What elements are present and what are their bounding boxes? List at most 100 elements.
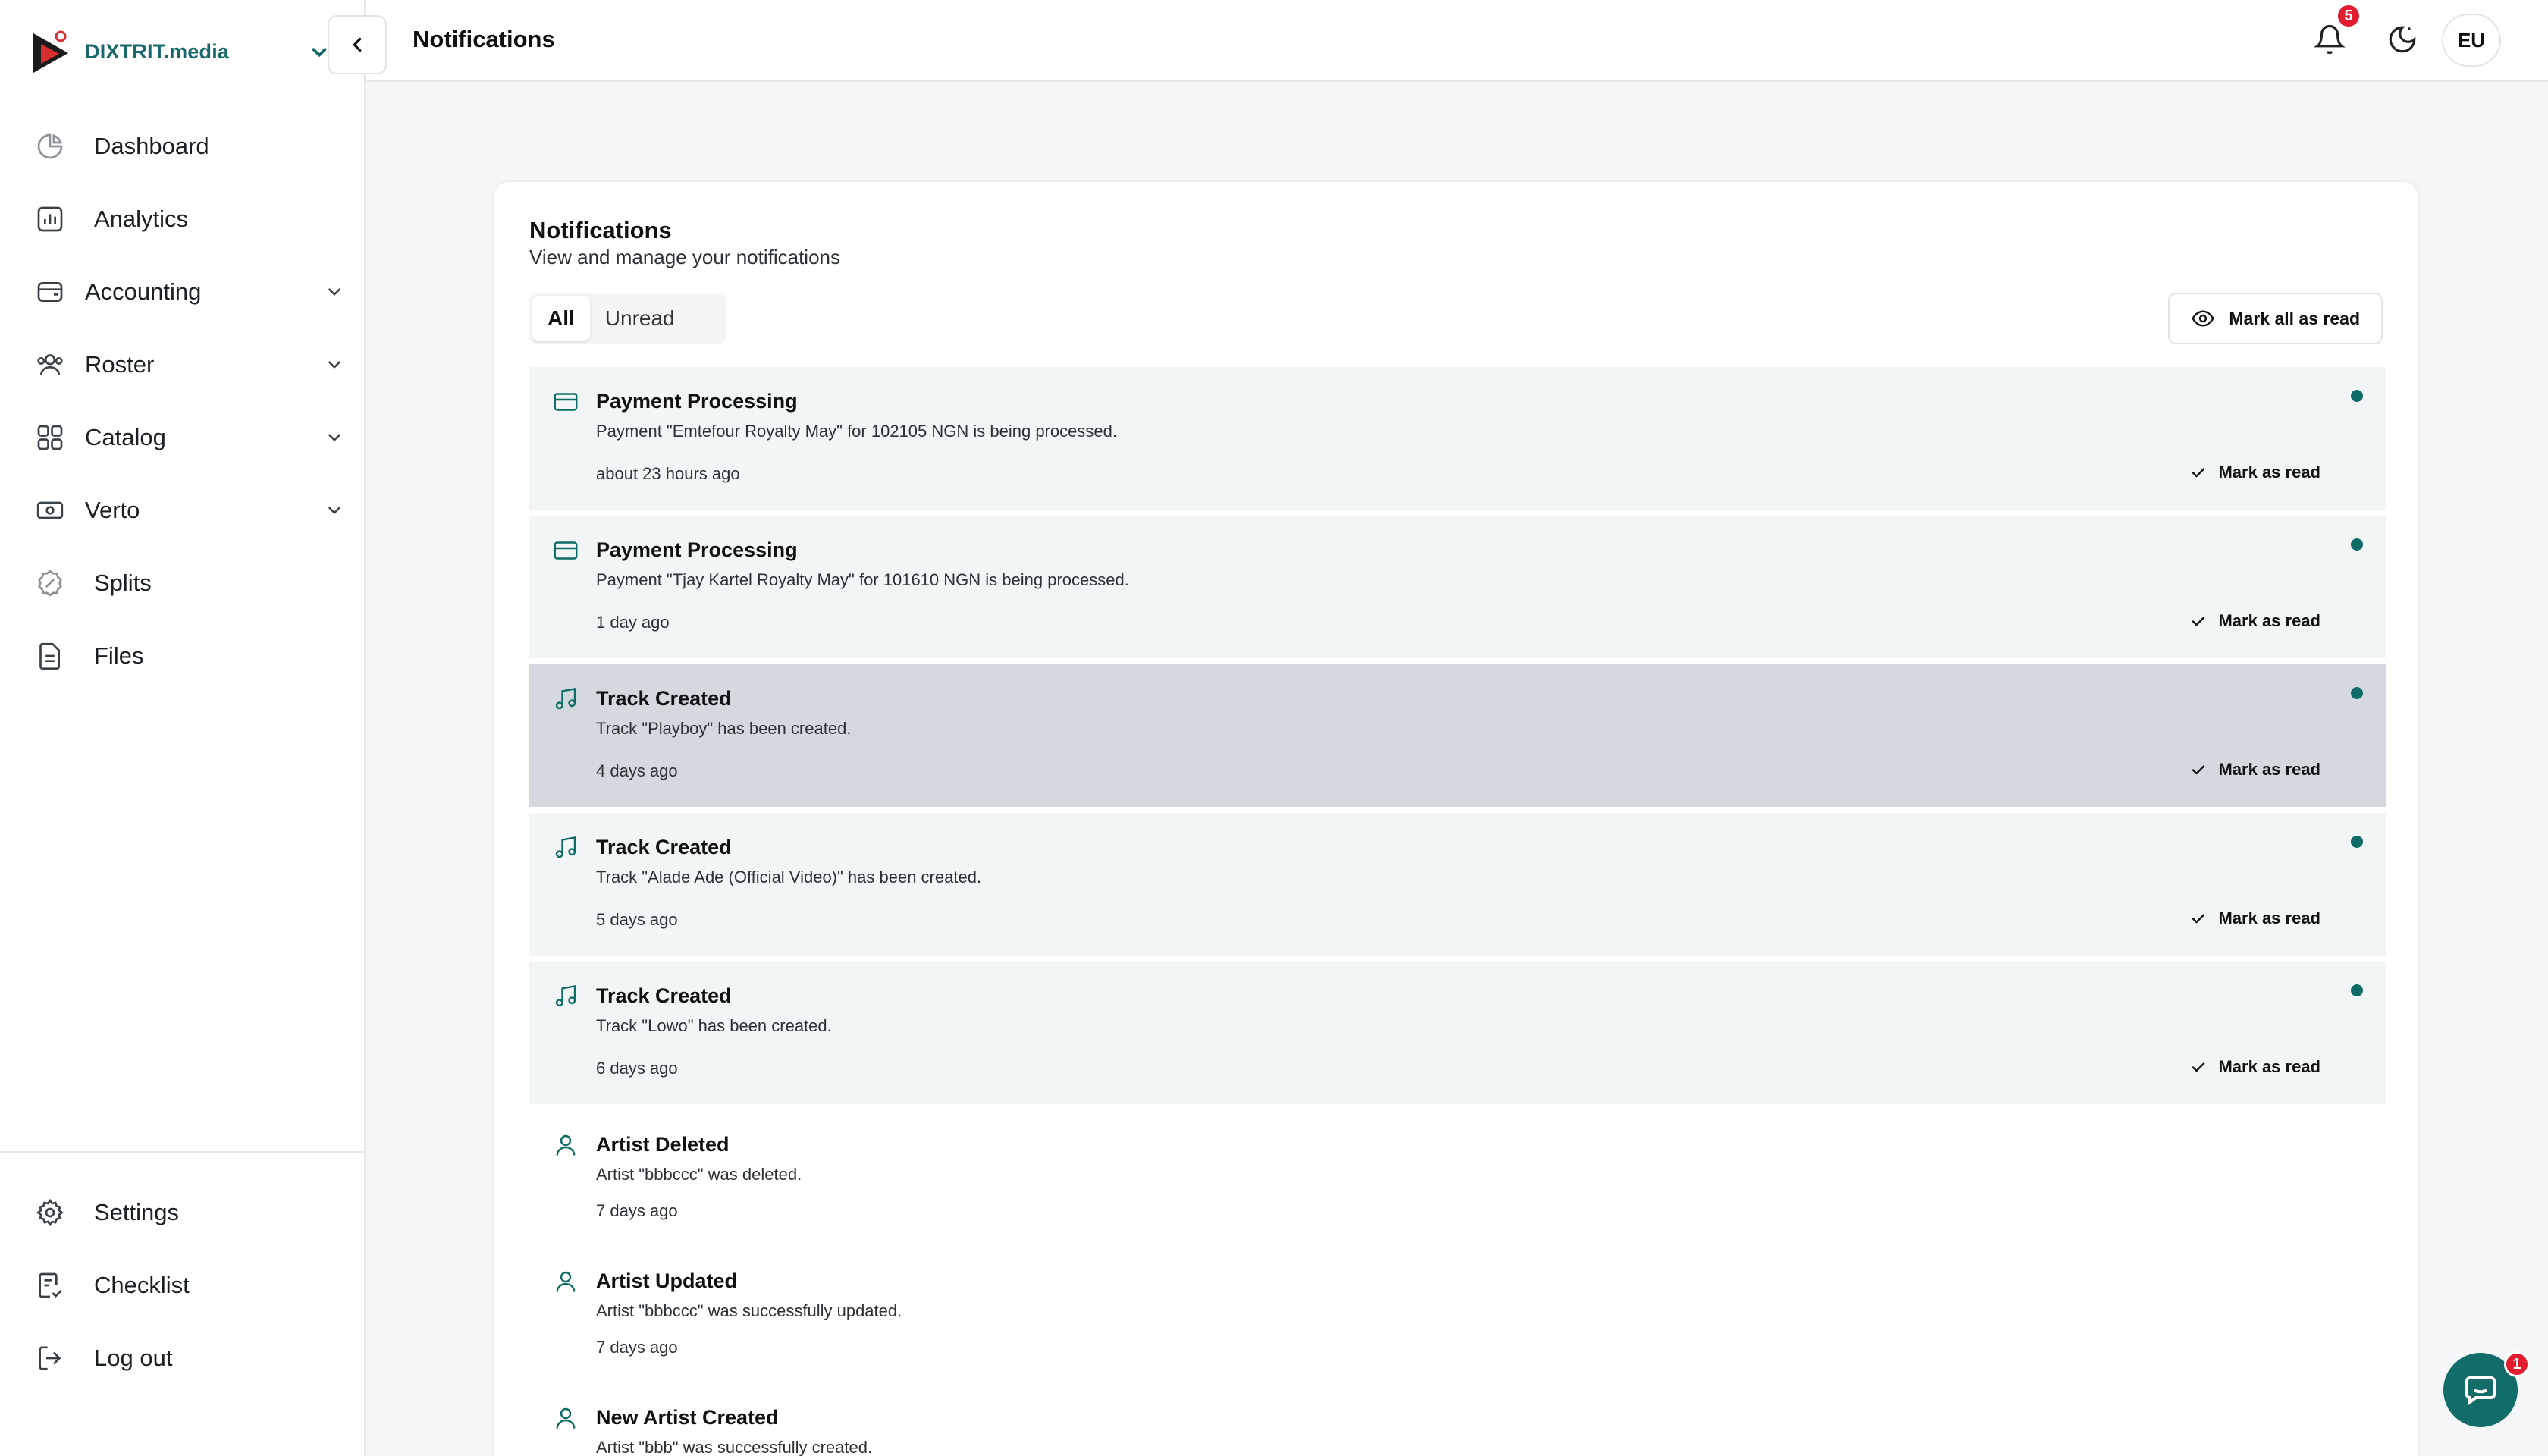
wallet-icon bbox=[33, 275, 67, 309]
notification-item[interactable]: Artist Deleted Artist "bbbccc" was delete… bbox=[529, 1110, 2386, 1241]
sidebar-item-accounting[interactable]: Accounting bbox=[33, 265, 344, 318]
notification-title: Artist Updated bbox=[596, 1269, 738, 1292]
clipboard-check-icon bbox=[33, 1269, 67, 1302]
mark-as-read-button[interactable]: Mark as read bbox=[2189, 1057, 2320, 1077]
notifications-card: Notifications View and manage your notif… bbox=[493, 180, 2419, 1456]
notification-timestamp: about 23 hours ago bbox=[596, 464, 740, 483]
sidebar-item-label: Catalog bbox=[85, 424, 166, 450]
user-avatar[interactable]: EU bbox=[2442, 14, 2501, 67]
mark-as-read-label: Mark as read bbox=[2218, 1057, 2320, 1076]
check-icon bbox=[2192, 617, 2205, 626]
mark-as-read-button[interactable]: Mark as read bbox=[2189, 463, 2320, 482]
page-title: Notifications bbox=[413, 26, 555, 52]
sidebar-item-label: Files bbox=[94, 642, 144, 669]
notification-message: Track "Lowo" has been created. bbox=[596, 1016, 832, 1035]
sidebar-item-label: Roster bbox=[85, 351, 155, 378]
notification-title: Track Created bbox=[596, 836, 732, 858]
filter-tabs: All Unread bbox=[529, 293, 726, 344]
notification-item[interactable]: Track Created Track "Alade Ade (Official … bbox=[529, 813, 2386, 956]
notification-item[interactable]: New Artist Created Artist "bbb" was succe… bbox=[529, 1383, 2386, 1456]
notification-message: Track "Alade Ade (Official Video)" has b… bbox=[596, 868, 982, 886]
sidebar-item-label: Verto bbox=[85, 497, 140, 523]
notification-count-badge: 5 bbox=[2336, 3, 2361, 29]
sidebar-item-analytics[interactable]: Analytics bbox=[33, 193, 344, 246]
mark-as-read-label: Mark as read bbox=[2218, 760, 2320, 779]
bell-icon bbox=[2314, 25, 2346, 55]
notification-item[interactable]: Payment Processing Payment "Emtefour Roya… bbox=[529, 367, 2386, 510]
credit-card-icon bbox=[554, 541, 578, 560]
sidebar-item-settings[interactable]: Settings bbox=[33, 1186, 344, 1239]
tab-all[interactable]: All bbox=[532, 296, 590, 341]
sidebar-item-roster[interactable]: Roster bbox=[33, 338, 344, 391]
chevron-left-icon bbox=[353, 37, 362, 52]
mark-as-read-button[interactable]: Mark as read bbox=[2189, 611, 2320, 631]
notification-message: Artist "bbb" was successfully created. bbox=[596, 1438, 873, 1456]
chat-unread-badge: 1 bbox=[2504, 1351, 2530, 1377]
sidebar-item-label: Log out bbox=[94, 1345, 173, 1371]
card-title: Notifications bbox=[529, 217, 672, 243]
check-icon bbox=[2192, 765, 2205, 775]
notification-message: Payment "Emtefour Royalty May" for 10210… bbox=[596, 422, 1117, 441]
chevron-down-icon bbox=[328, 361, 340, 369]
notification-message: Artist "bbbccc" was deleted. bbox=[596, 1165, 802, 1184]
sidebar-item-files[interactable]: Files bbox=[33, 629, 344, 682]
check-icon bbox=[2192, 468, 2205, 478]
notification-item[interactable]: Track Created Track "Playboy" has been cr… bbox=[529, 664, 2386, 807]
sidebar-item-dashboard[interactable]: Dashboard bbox=[33, 120, 344, 173]
notification-timestamp: 1 day ago bbox=[596, 613, 670, 632]
check-icon bbox=[2192, 1062, 2205, 1072]
user-icon bbox=[556, 1407, 576, 1429]
check-icon bbox=[2192, 914, 2205, 924]
chevron-down-icon bbox=[328, 507, 340, 514]
user-icon bbox=[556, 1134, 576, 1156]
notification-item[interactable]: Payment Processing Payment "Tjay Kartel R… bbox=[529, 516, 2386, 658]
unread-indicator-dot bbox=[2351, 538, 2363, 551]
user-icon bbox=[556, 1271, 576, 1292]
sidebar: DIXTRIT.media Dashboard Analytics Accoun… bbox=[0, 0, 366, 1456]
chevron-down-icon bbox=[328, 434, 340, 441]
mark-all-label: Mark all as read bbox=[2229, 308, 2360, 328]
sidebar-item-label: Splits bbox=[94, 570, 152, 596]
music-note-icon bbox=[555, 985, 576, 1007]
notification-item[interactable]: Track Created Track "Lowo" has been creat… bbox=[529, 962, 2386, 1104]
tab-unread[interactable]: Unread bbox=[590, 296, 690, 341]
brand-logo bbox=[33, 30, 68, 73]
notification-title: New Artist Created bbox=[596, 1406, 779, 1429]
mark-all-as-read-button[interactable]: Mark all as read bbox=[2168, 293, 2383, 344]
chevron-down-icon bbox=[328, 288, 340, 296]
notification-timestamp: 6 days ago bbox=[596, 1059, 678, 1078]
sidebar-item-label: Accounting bbox=[85, 278, 202, 305]
workspace-switcher[interactable]: DIXTRIT.media bbox=[30, 26, 334, 77]
sidebar-item-logout[interactable]: Log out bbox=[33, 1332, 344, 1385]
eye-icon bbox=[2192, 310, 2215, 327]
pie-chart-icon bbox=[33, 130, 67, 163]
mark-as-read-button[interactable]: Mark as read bbox=[2189, 760, 2320, 780]
sidebar-item-label: Analytics bbox=[94, 206, 189, 232]
notification-timestamp: 7 days ago bbox=[596, 1338, 678, 1357]
sidebar-divider bbox=[0, 1151, 366, 1153]
sidebar-item-label: Settings bbox=[94, 1199, 180, 1225]
sidebar-item-catalog[interactable]: Catalog bbox=[33, 411, 344, 464]
mark-as-read-button[interactable]: Mark as read bbox=[2189, 908, 2320, 928]
notification-title: Artist Deleted bbox=[596, 1133, 730, 1156]
notification-timestamp: 7 days ago bbox=[596, 1201, 678, 1220]
card-subtitle: View and manage your notifications bbox=[529, 246, 840, 268]
sidebar-item-verto[interactable]: Verto bbox=[33, 484, 344, 537]
brand-name: DIXTRIT.media bbox=[85, 39, 230, 63]
sidebar-item-checklist[interactable]: Checklist bbox=[33, 1259, 344, 1312]
sidebar-collapse-button[interactable] bbox=[328, 15, 387, 74]
theme-toggle-button[interactable] bbox=[2383, 20, 2422, 59]
notification-message: Artist "bbbccc" was successfully updated… bbox=[596, 1301, 902, 1320]
gear-icon bbox=[33, 1196, 67, 1229]
notification-item[interactable]: Artist Updated Artist "bbbccc" was succes… bbox=[529, 1247, 2386, 1377]
sidebar-item-splits[interactable]: Splits bbox=[33, 557, 344, 610]
notification-message: Payment "Tjay Kartel Royalty May" for 10… bbox=[596, 570, 1129, 589]
grid-icon bbox=[33, 421, 67, 454]
unread-indicator-dot bbox=[2351, 687, 2363, 699]
users-icon bbox=[33, 348, 67, 381]
sidebar-item-label: Dashboard bbox=[94, 133, 209, 159]
bar-chart-icon bbox=[33, 202, 67, 236]
mark-as-read-label: Mark as read bbox=[2218, 463, 2320, 482]
mark-as-read-label: Mark as read bbox=[2218, 611, 2320, 630]
unread-indicator-dot bbox=[2351, 984, 2363, 996]
